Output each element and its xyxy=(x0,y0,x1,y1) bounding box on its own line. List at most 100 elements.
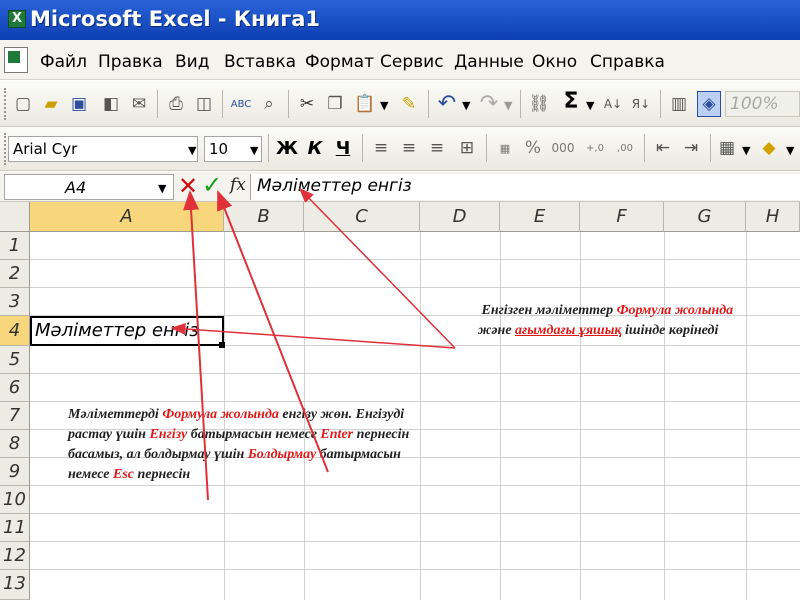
fill-color-icon[interactable]: ◆ xyxy=(758,137,780,159)
row-header[interactable]: 6 xyxy=(0,374,30,402)
menu-view[interactable]: Вид xyxy=(175,52,209,72)
italic-button[interactable]: К xyxy=(304,137,326,159)
comma-style-icon[interactable]: 000 xyxy=(552,137,575,159)
annotation-formula-bar-note: Енгізген мәліметтер Формула жолында және … xyxy=(478,301,748,341)
font-name-dropdown-icon[interactable]: ▼ xyxy=(188,144,196,157)
permission-icon[interactable]: ◧ xyxy=(100,93,122,115)
menu-help[interactable]: Справка xyxy=(590,52,665,72)
copy-icon[interactable]: ❐ xyxy=(324,93,346,115)
print-icon[interactable]: ⎙ xyxy=(165,93,187,115)
column-header[interactable]: D xyxy=(420,202,500,232)
row-header[interactable]: 4 xyxy=(0,316,30,346)
sort-descending-icon[interactable]: Я↓ xyxy=(630,93,652,115)
column-header[interactable]: B xyxy=(224,202,304,232)
borders-icon[interactable]: ▦ xyxy=(716,137,738,159)
font-name-select[interactable]: Arial Cyr xyxy=(8,136,198,162)
note-text: пернесін xyxy=(134,467,191,482)
gridline xyxy=(30,401,800,402)
toolbar-separator xyxy=(710,134,711,162)
row-header[interactable]: 2 xyxy=(0,260,30,288)
save-icon[interactable]: ▣ xyxy=(68,93,90,115)
menu-edit[interactable]: Правка xyxy=(98,52,163,72)
note-highlight: ағымдағы ұяшық xyxy=(515,323,622,338)
note-highlight: Формула жолында xyxy=(616,303,734,318)
spelling-icon[interactable]: ABC xyxy=(230,93,252,115)
underline-button[interactable]: Ч xyxy=(332,137,354,159)
paste-dropdown-icon[interactable]: ▼ xyxy=(380,99,388,112)
menu-format[interactable]: Формат xyxy=(305,52,374,72)
autosum-dropdown-icon[interactable]: ▼ xyxy=(586,99,594,112)
row-header[interactable]: 7 xyxy=(0,402,30,430)
column-header[interactable]: F xyxy=(580,202,664,232)
increase-decimal-icon[interactable]: +,0 xyxy=(584,137,606,159)
new-icon[interactable]: ▢ xyxy=(12,93,34,115)
note-highlight: Формула жолында xyxy=(162,407,279,422)
column-header[interactable]: A xyxy=(30,202,224,232)
column-header[interactable]: H xyxy=(746,202,800,232)
enter-icon[interactable]: ✓ xyxy=(202,171,222,199)
sort-ascending-icon[interactable]: A↓ xyxy=(602,93,624,115)
row-header[interactable]: 8 xyxy=(0,430,30,458)
formula-input[interactable]: Мәліметтер енгіз xyxy=(250,174,800,200)
insert-function-icon[interactable]: fx xyxy=(230,175,246,195)
row-header[interactable]: 5 xyxy=(0,346,30,374)
merge-center-icon[interactable]: ⊞ xyxy=(456,137,478,159)
undo-dropdown-icon[interactable]: ▼ xyxy=(462,99,470,112)
zoom-select[interactable]: 100% xyxy=(725,91,800,117)
redo-icon[interactable]: ↷ xyxy=(478,91,500,116)
row-header[interactable]: 3 xyxy=(0,288,30,316)
increase-indent-icon[interactable]: ⇥ xyxy=(680,137,702,159)
autosum-icon[interactable]: Σ xyxy=(560,89,582,114)
row-header[interactable]: 1 xyxy=(0,232,30,260)
column-header[interactable]: G xyxy=(664,202,746,232)
name-box[interactable]: A4 xyxy=(4,174,174,200)
bold-button[interactable]: Ж xyxy=(276,137,298,159)
align-left-icon[interactable]: ≡ xyxy=(370,137,392,159)
drawing-icon[interactable]: ◈ xyxy=(697,91,721,117)
menu-insert[interactable]: Вставка xyxy=(224,52,296,72)
currency-icon[interactable]: ▦ xyxy=(494,137,516,159)
select-all-corner[interactable] xyxy=(0,202,30,232)
percent-icon[interactable]: % xyxy=(522,137,544,159)
print-preview-icon[interactable]: ◫ xyxy=(193,93,215,115)
workbook-icon[interactable] xyxy=(4,47,28,73)
fill-handle[interactable] xyxy=(219,342,225,348)
note-text: Енгізген мәліметтер xyxy=(481,303,617,318)
row-header[interactable]: 11 xyxy=(0,514,30,542)
gridline xyxy=(30,485,800,486)
cancel-icon[interactable]: ✕ xyxy=(178,172,198,200)
name-box-dropdown-icon[interactable]: ▼ xyxy=(158,182,166,195)
font-size-dropdown-icon[interactable]: ▼ xyxy=(250,144,258,157)
menu-tools[interactable]: Сервис xyxy=(380,52,444,72)
hyperlink-icon[interactable]: ⛓ xyxy=(528,93,550,115)
active-cell-a4[interactable]: Мәліметтер енгіз xyxy=(30,316,224,346)
align-center-icon[interactable]: ≡ xyxy=(398,137,420,159)
redo-dropdown-icon[interactable]: ▼ xyxy=(504,99,512,112)
toolbar-grip[interactable] xyxy=(4,88,8,120)
row-header[interactable]: 12 xyxy=(0,542,30,570)
borders-dropdown-icon[interactable]: ▼ xyxy=(742,144,750,157)
annotation-enter-cancel-note: Мәліметтерді Формула жолында енгізу жөн.… xyxy=(68,405,413,485)
paste-icon[interactable]: 📋 xyxy=(354,93,376,115)
chart-wizard-icon[interactable]: ▥ xyxy=(668,93,690,115)
align-right-icon[interactable]: ≡ xyxy=(426,137,448,159)
menu-file[interactable]: Файл xyxy=(40,52,87,72)
email-icon[interactable]: ✉ xyxy=(128,93,150,115)
undo-icon[interactable]: ↶ xyxy=(436,91,458,116)
excel-app-icon[interactable] xyxy=(8,10,26,28)
row-header[interactable]: 13 xyxy=(0,570,30,600)
decrease-decimal-icon[interactable]: ,00 xyxy=(614,137,636,159)
column-header[interactable]: E xyxy=(500,202,580,232)
row-header[interactable]: 9 xyxy=(0,458,30,486)
decrease-indent-icon[interactable]: ⇤ xyxy=(652,137,674,159)
menu-window[interactable]: Окно xyxy=(532,52,577,72)
cut-icon[interactable]: ✂ xyxy=(296,93,318,115)
row-header[interactable]: 10 xyxy=(0,486,30,514)
toolbar-separator xyxy=(428,90,429,118)
fill-color-dropdown-icon[interactable]: ▼ xyxy=(786,144,794,157)
open-icon[interactable]: ▰ xyxy=(40,93,62,115)
column-header[interactable]: C xyxy=(304,202,420,232)
research-icon[interactable]: ⌕ xyxy=(258,93,280,115)
format-painter-icon[interactable]: ✎ xyxy=(398,93,420,115)
menu-data[interactable]: Данные xyxy=(454,52,524,72)
